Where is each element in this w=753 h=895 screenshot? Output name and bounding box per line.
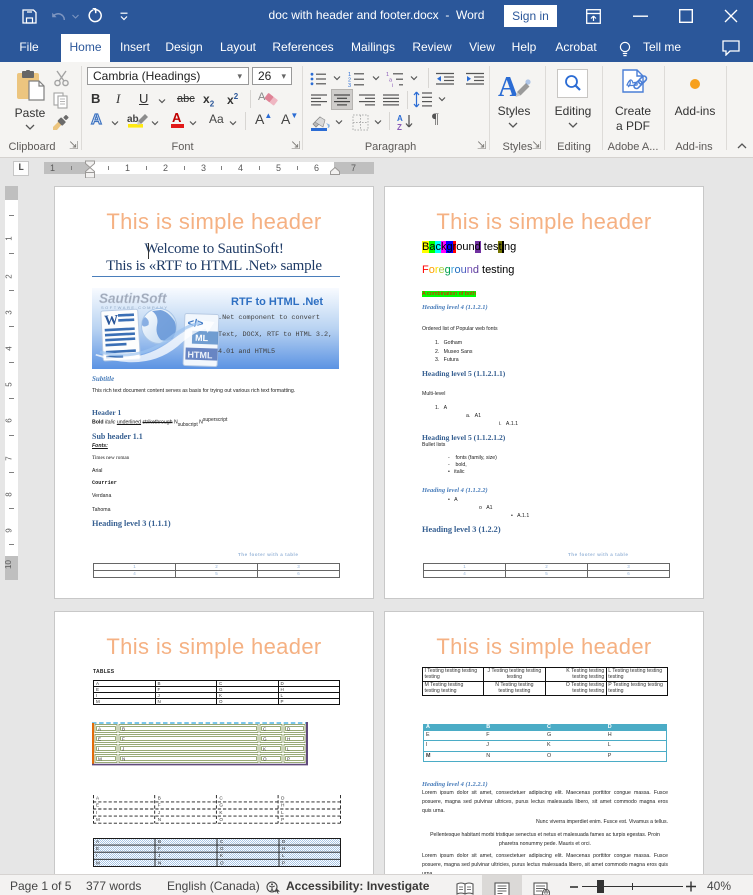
svg-text:SautinSoft: SautinSoft: [99, 291, 167, 306]
svg-text:C: C: [219, 796, 223, 801]
svg-text:M: M: [98, 757, 102, 762]
svg-text:B: B: [122, 727, 125, 732]
svg-text:E: E: [96, 803, 99, 808]
svg-text:D: D: [282, 839, 286, 844]
svg-text:P: P: [287, 757, 290, 762]
svg-text:HTML: HTML: [187, 350, 213, 361]
svg-text:L: L: [281, 810, 284, 815]
svg-text:A: A: [96, 839, 100, 844]
svg-text:N: N: [158, 860, 161, 865]
svg-text:Z: Z: [397, 123, 402, 131]
svg-text:L: L: [282, 853, 285, 858]
svg-text:J: J: [158, 810, 160, 815]
svg-text:N: N: [158, 817, 161, 822]
svg-text:G: G: [263, 737, 267, 742]
svg-text:F: F: [158, 846, 161, 851]
svg-text:O: O: [220, 860, 224, 865]
svg-text:A: A: [258, 91, 266, 103]
svg-text:O: O: [263, 757, 267, 762]
svg-text:H: H: [282, 846, 285, 851]
svg-text:K: K: [220, 853, 224, 858]
svg-text:F: F: [158, 803, 161, 808]
svg-text:A: A: [397, 114, 403, 123]
svg-text:G: G: [220, 846, 224, 851]
svg-text:P: P: [282, 860, 285, 865]
svg-text:W: W: [104, 313, 119, 329]
svg-text:B: B: [158, 839, 161, 844]
svg-text:D: D: [281, 796, 285, 801]
svg-text:.Net component to convert: .Net component to convert: [218, 314, 320, 322]
svg-text:L: L: [287, 747, 290, 752]
svg-text:ab: ab: [127, 114, 139, 125]
svg-text:G: G: [219, 803, 223, 808]
svg-text:C: C: [220, 839, 224, 844]
svg-text:RTF to HTML .Net: RTF to HTML .Net: [231, 296, 323, 308]
svg-text:A: A: [498, 72, 519, 100]
svg-text:N: N: [122, 757, 125, 762]
svg-text:I: I: [96, 853, 97, 858]
svg-text:M: M: [96, 860, 100, 865]
svg-text:Text, DOCX, RTF to HTML 3.2,: Text, DOCX, RTF to HTML 3.2,: [218, 331, 332, 339]
svg-text:ML: ML: [195, 333, 209, 343]
svg-text:J: J: [158, 853, 160, 858]
svg-text:4.01 and HTML5: 4.01 and HTML5: [218, 348, 275, 356]
svg-text:E: E: [96, 846, 99, 851]
svg-text:H: H: [287, 737, 290, 742]
svg-text:E: E: [98, 737, 101, 742]
svg-text:P: P: [281, 817, 284, 822]
svg-text:M: M: [96, 817, 100, 822]
svg-text:I: I: [98, 747, 99, 752]
svg-text:B: B: [158, 796, 161, 801]
svg-text:F: F: [122, 737, 125, 742]
svg-text:i: i: [392, 83, 393, 87]
svg-text:J: J: [122, 747, 124, 752]
svg-text:3: 3: [348, 83, 351, 87]
svg-text:H: H: [281, 803, 284, 808]
svg-text:I: I: [96, 810, 97, 815]
svg-text:O: O: [219, 817, 223, 822]
svg-text:A: A: [96, 796, 100, 801]
svg-text:K: K: [219, 810, 223, 815]
